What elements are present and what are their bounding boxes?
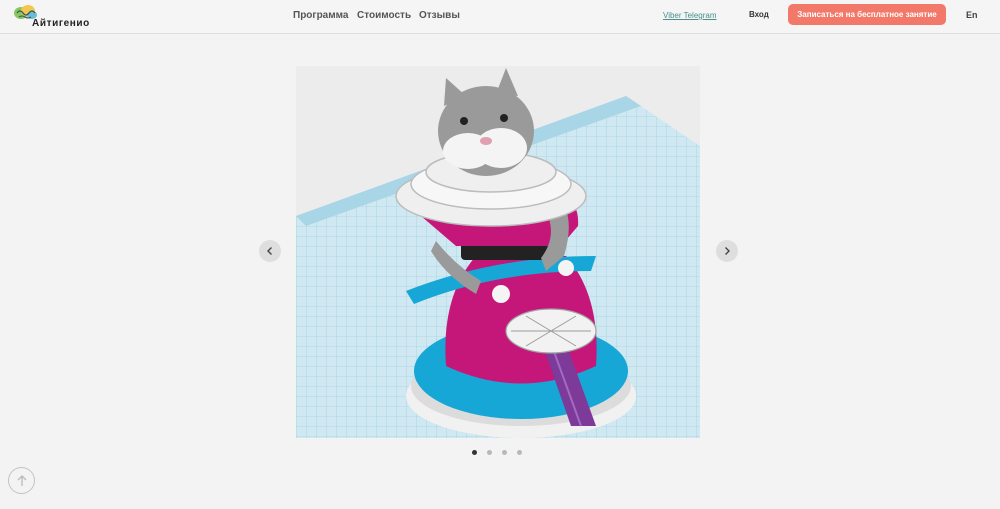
logo-text: Айтигенио	[32, 18, 90, 29]
login-link[interactable]: Вход	[749, 10, 769, 19]
telegram-link[interactable]: Telegram	[684, 11, 717, 20]
language-switch[interactable]: En	[966, 10, 978, 20]
arrow-up-icon	[17, 474, 26, 486]
slider-dot-4[interactable]	[517, 450, 522, 455]
signup-button[interactable]: Записаться на бесплатное занятие	[788, 4, 946, 25]
logo[interactable]: Айтигенио	[13, 4, 93, 30]
nav-price[interactable]: Стоимость	[357, 10, 411, 21]
slide-image	[296, 66, 700, 438]
slider-dot-2[interactable]	[487, 450, 492, 455]
cat-figure-illustration	[296, 66, 700, 438]
viber-link[interactable]: Viber	[663, 11, 682, 20]
slider-pagination	[472, 450, 522, 455]
nav-program[interactable]: Программа	[293, 10, 348, 21]
messenger-links: Viber Telegram	[663, 11, 717, 20]
chevron-right-icon	[725, 247, 730, 255]
slider-dot-3[interactable]	[502, 450, 507, 455]
chevron-left-icon	[267, 247, 272, 255]
scroll-to-top-button[interactable]	[8, 467, 35, 494]
site-header: Айтигенио Программа Стоимость Отзывы Vib…	[0, 0, 1000, 34]
slider-next-button[interactable]	[716, 240, 738, 262]
slider-prev-button[interactable]	[259, 240, 281, 262]
slider-dot-1[interactable]	[472, 450, 477, 455]
nav-reviews[interactable]: Отзывы	[419, 10, 460, 21]
